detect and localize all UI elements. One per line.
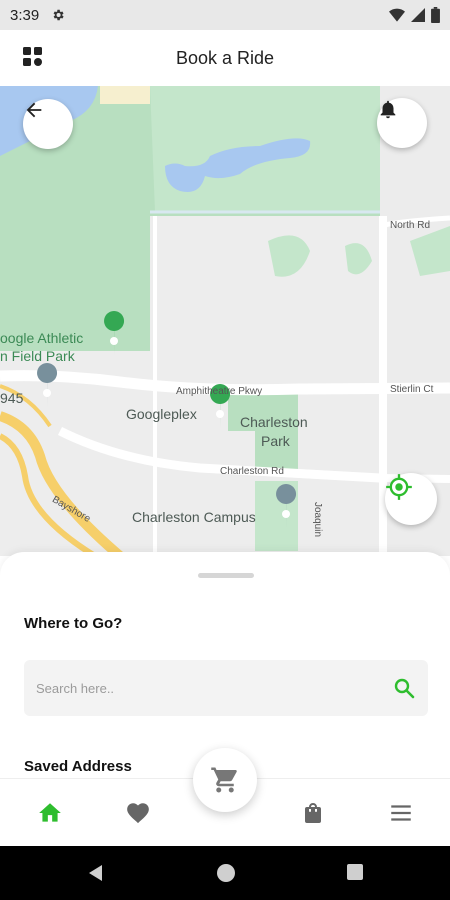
cart-button[interactable] — [193, 748, 257, 812]
gps-target-icon — [386, 474, 412, 500]
locate-me-button[interactable] — [385, 473, 437, 525]
signal-icon — [411, 8, 425, 22]
page-title: Book a Ride — [175, 47, 275, 68]
battery-icon — [431, 7, 440, 23]
settings-gear-icon — [53, 9, 64, 21]
map-label-park: Park — [261, 433, 290, 449]
notification-button[interactable] — [377, 98, 427, 148]
nav-favorites[interactable] — [124, 799, 152, 827]
home-icon — [39, 803, 61, 822]
highway — [0, 411, 124, 556]
shopping-bag-icon — [305, 803, 321, 823]
where-to-go-title: Where to Go? — [24, 615, 123, 632]
nav-home[interactable] — [36, 799, 64, 827]
search-icon[interactable] — [392, 676, 416, 700]
map-label-joaquin: Joaquin — [312, 501, 324, 538]
sand-patch — [100, 86, 150, 104]
system-navigation-bar — [0, 846, 450, 900]
map-label-charleston-campus: Charleston Campus — [132, 509, 256, 525]
status-bar: 3:39 — [0, 0, 450, 30]
highway-2 — [0, 433, 97, 556]
charleston-park-area — [228, 391, 298, 471]
map-label-north-rd: North Rd — [390, 220, 431, 231]
place-pin[interactable] — [37, 363, 58, 408]
arrow-back-icon — [26, 102, 42, 118]
bell-icon — [380, 100, 396, 119]
map-label-stierlin: Stierlin Ct — [390, 384, 434, 395]
search-input[interactable] — [36, 680, 392, 696]
map-view[interactable]: oogle Athletic n Field Park 945 Amphithe… — [0, 86, 450, 556]
map-canvas — [0, 86, 450, 556]
saved-address-title: Saved Address — [24, 758, 132, 775]
heart-icon — [127, 803, 149, 824]
app-bar: Book a Ride — [0, 30, 450, 86]
search-box[interactable] — [24, 660, 428, 716]
map-label-charleston-rd: Charleston Rd — [220, 466, 284, 477]
green-patch — [268, 235, 310, 277]
system-back-icon[interactable] — [86, 863, 104, 883]
map-label-field-park: n Field Park — [0, 348, 75, 364]
cart-icon — [211, 767, 237, 793]
map-label-945: 945 — [0, 390, 24, 406]
nav-menu[interactable] — [387, 799, 415, 827]
grid-menu-icon[interactable] — [22, 46, 44, 68]
map-label-googleplex: Googleplex — [126, 406, 197, 422]
back-button[interactable] — [23, 99, 73, 149]
map-label-amphitheatre: Amphitheatre Pkwy — [176, 386, 263, 397]
wifi-icon — [389, 8, 405, 22]
sheet-drag-handle[interactable] — [198, 573, 254, 578]
hamburger-icon — [391, 805, 411, 821]
map-label-google-athletic: oogle Athletic — [0, 330, 84, 346]
status-time: 3:39 — [10, 6, 40, 24]
nav-bag[interactable] — [299, 799, 327, 827]
system-home-icon[interactable] — [216, 863, 236, 883]
green-patch-2 — [345, 243, 372, 275]
map-label-charleston: Charleston — [240, 414, 308, 430]
system-recents-icon[interactable] — [346, 863, 364, 881]
